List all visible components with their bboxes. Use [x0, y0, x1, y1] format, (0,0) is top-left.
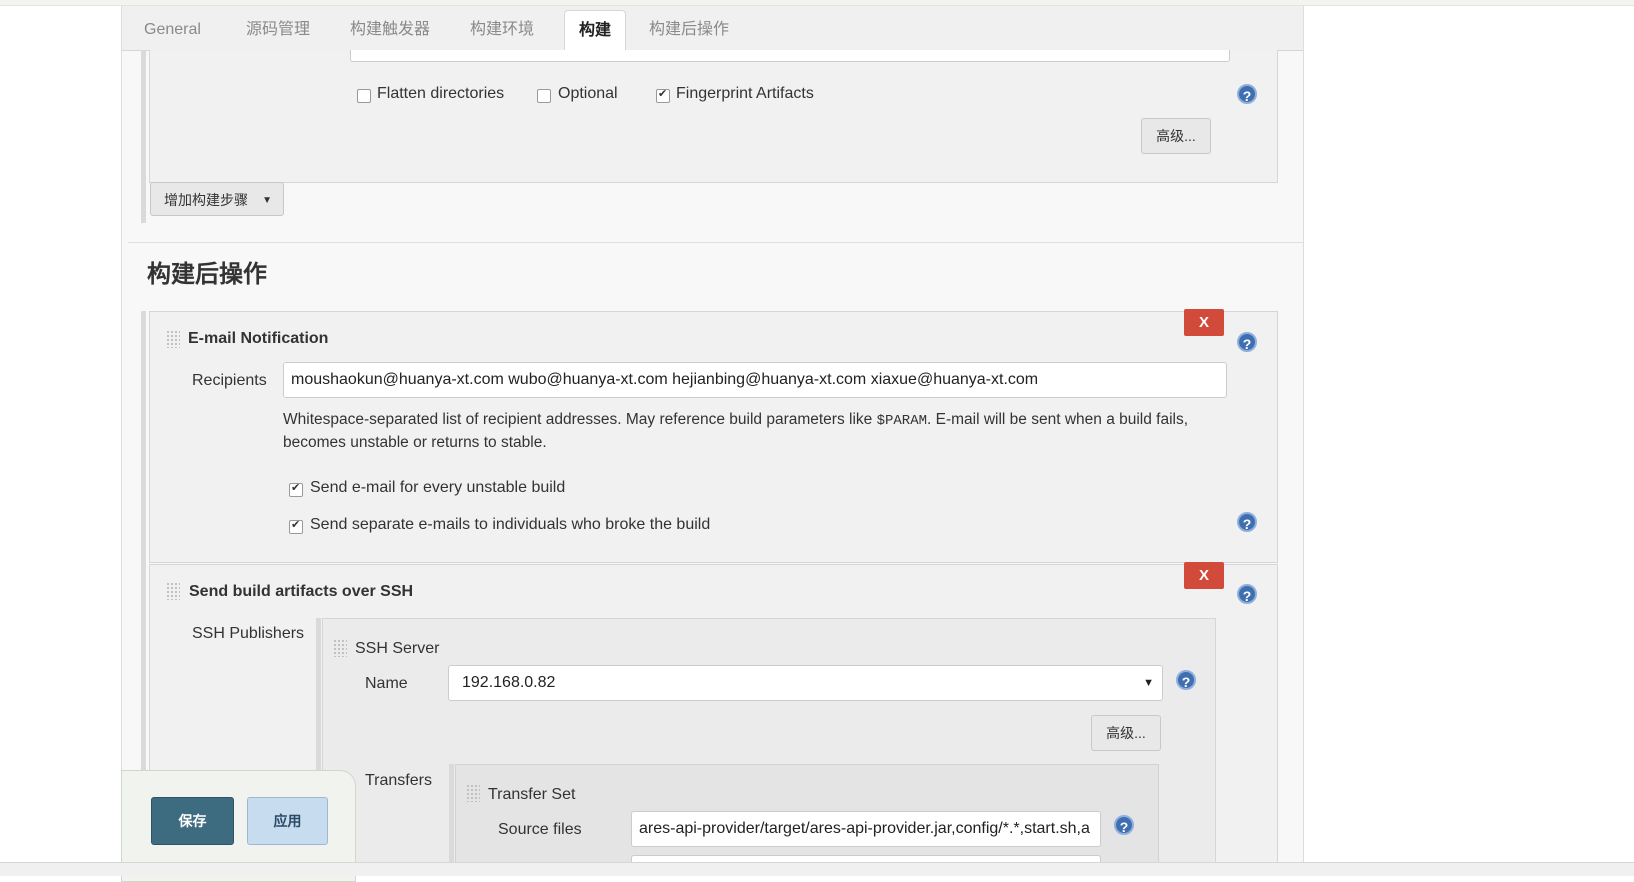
recipients-desc-code: $PARAM	[876, 413, 928, 429]
ssh-server-advanced-button[interactable]: 高级...	[1091, 715, 1161, 751]
archive-advanced-button[interactable]: 高级...	[1141, 118, 1211, 154]
dropdown-arrow-icon: ▼	[1143, 677, 1154, 689]
email-notification-title: E-mail Notification	[188, 330, 329, 347]
config-tabs: General 源码管理 构建触发器 构建环境 构建 构建后操作	[122, 6, 1303, 52]
transfers-label: Transfers	[365, 772, 432, 789]
separate-emails-help-icon[interactable]	[1237, 512, 1257, 532]
archive-files-input[interactable]	[350, 50, 1230, 62]
ssh-publishers-label: SSH Publishers	[192, 625, 305, 642]
ssh-server-title: SSH Server	[355, 640, 440, 657]
email-notification-box: E-mail Notification X Recipients moushao…	[149, 309, 1278, 563]
unstable-build-label: Send e-mail for every unstable build	[310, 479, 566, 496]
recipients-input[interactable]: moushaokun@huanya-xt.com wubo@huanya-xt.…	[283, 362, 1227, 398]
server-name-select[interactable]: 192.168.0.82 ▼	[448, 665, 1163, 701]
transfer-set-box: Transfer Set Source files ares-api-provi…	[455, 764, 1159, 875]
ssh-publish-title: Send build artifacts over SSH	[189, 583, 414, 600]
source-files-help-icon[interactable]	[1114, 815, 1134, 835]
source-files-input[interactable]: ares-api-provider/target/ares-api-provid…	[631, 811, 1101, 847]
separate-emails-checkbox[interactable]	[289, 518, 303, 534]
recipients-desc-pre: Whitespace-separated list of recipient a…	[283, 411, 877, 428]
tab-scm[interactable]: 源码管理	[232, 10, 324, 50]
ssh-help-icon[interactable]	[1237, 584, 1257, 604]
flatten-directories-checkbox[interactable]	[357, 89, 371, 103]
fingerprint-artifacts-checkbox[interactable]	[656, 87, 670, 103]
server-name-value: 192.168.0.82	[462, 674, 556, 691]
fingerprint-artifacts-label: Fingerprint Artifacts	[676, 85, 814, 102]
drag-handle-icon[interactable]	[166, 582, 180, 600]
email-help-icon[interactable]	[1237, 332, 1257, 352]
tab-post-build[interactable]: 构建后操作	[635, 10, 743, 50]
add-build-step-button[interactable]: 增加构建步骤 ▼	[150, 182, 284, 216]
bottom-status-bar	[0, 862, 1634, 876]
drag-handle-icon[interactable]	[466, 784, 480, 802]
separate-emails-label: Send separate e-mails to individuals who…	[310, 516, 711, 533]
section-divider	[128, 242, 1303, 243]
recipients-description: Whitespace-separated list of recipient a…	[283, 409, 1223, 454]
email-delete-button[interactable]: X	[1184, 309, 1224, 336]
tab-build[interactable]: 构建	[564, 10, 627, 52]
flatten-directories-label: Flatten directories	[377, 85, 505, 102]
archive-artifacts-box: Flatten directories Optional Fingerprint…	[149, 50, 1278, 183]
add-build-step-label: 增加构建步骤	[164, 192, 248, 208]
chevron-down-icon: ▼	[262, 195, 272, 206]
build-step-bar	[141, 50, 146, 223]
tab-build-environment[interactable]: 构建环境	[456, 10, 548, 50]
drag-handle-icon[interactable]	[333, 639, 347, 657]
apply-button[interactable]: 应用	[247, 797, 328, 845]
source-files-label: Source files	[498, 821, 582, 838]
transfer-set-title: Transfer Set	[488, 786, 576, 803]
recipients-label: Recipients	[192, 372, 267, 389]
transfer-set-bar	[449, 764, 454, 875]
tab-build-triggers[interactable]: 构建触发器	[336, 10, 444, 50]
config-panel: General 源码管理 构建触发器 构建环境 构建 构建后操作 Flatten…	[121, 6, 1304, 875]
optional-checkbox[interactable]	[537, 89, 551, 103]
unstable-build-checkbox[interactable]	[289, 481, 303, 497]
ssh-delete-button[interactable]: X	[1184, 562, 1224, 589]
optional-label: Optional	[558, 85, 618, 102]
server-name-help-icon[interactable]	[1176, 670, 1196, 690]
save-button[interactable]: 保存	[151, 797, 234, 845]
tab-general[interactable]: General	[130, 10, 215, 50]
server-name-label: Name	[365, 675, 408, 692]
ssh-server-box: SSH Server Name 192.168.0.82 ▼ 高级... Tra…	[322, 618, 1216, 875]
post-build-title: 构建后操作	[147, 261, 267, 288]
drag-handle-icon[interactable]	[166, 330, 180, 348]
archive-help-icon[interactable]	[1237, 84, 1257, 104]
